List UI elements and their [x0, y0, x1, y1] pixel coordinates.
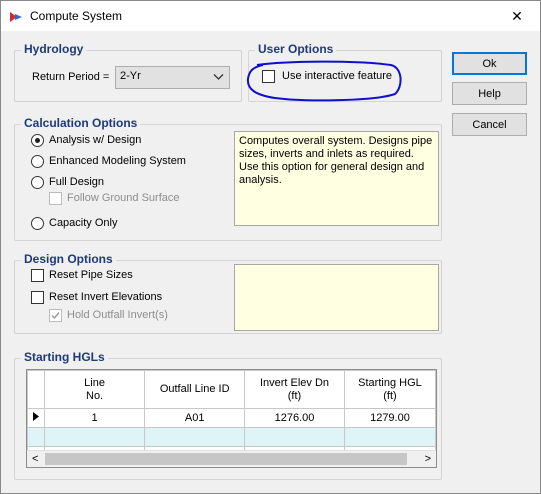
row-indicator — [27, 408, 45, 428]
column-header-outfall-id[interactable]: Outfall Line ID — [144, 370, 246, 409]
close-icon: ✕ — [511, 7, 523, 24]
scroll-left-icon[interactable]: < — [32, 453, 38, 465]
return-period-label: Return Period = — [32, 71, 110, 83]
return-period-select[interactable]: 2-Yr — [115, 66, 230, 89]
cell-starting-hgl[interactable]: 1279.00 — [343, 408, 436, 428]
reset-invert-label: Reset Invert Elevations — [49, 291, 163, 303]
close-button[interactable]: ✕ — [494, 1, 540, 31]
title-bar: Compute System ✕ — [1, 1, 540, 31]
scroll-right-icon[interactable]: > — [425, 453, 431, 465]
ok-button[interactable]: Ok — [452, 52, 527, 75]
column-header-invert-elev[interactable]: Invert Elev Dn (ft) — [244, 370, 345, 409]
reset-invert-checkbox[interactable] — [31, 291, 44, 304]
cell-line-no[interactable]: 1 — [43, 408, 146, 428]
calculation-description: Computes overall system. Designs pipe si… — [234, 131, 439, 226]
column-header-starting-hgl[interactable]: Starting HGL (ft) — [343, 370, 436, 409]
column-header-line-no[interactable]: Line No. — [43, 370, 146, 409]
full-design-label: Full Design — [49, 176, 105, 188]
hydrology-title: Hydrology — [21, 42, 87, 56]
design-description — [234, 264, 439, 331]
help-button[interactable]: Help — [452, 82, 527, 105]
checkmark-icon — [51, 312, 60, 320]
hold-outfall-label: Hold Outfall Invert(s) — [67, 309, 168, 321]
compute-system-window: Compute System ✕ Hydrology Return Period… — [0, 0, 541, 494]
calculation-options-title: Calculation Options — [21, 116, 141, 130]
interactive-feature-label: Use interactive feature — [282, 70, 393, 82]
scroll-thumb[interactable] — [45, 453, 407, 465]
calculation-options-group: Calculation Options Analysis w/ Design E… — [14, 116, 442, 241]
cancel-button[interactable]: Cancel — [452, 113, 527, 136]
hold-outfall-checkbox — [49, 309, 62, 322]
row-pointer-icon — [32, 412, 39, 421]
horizontal-scrollbar[interactable]: < > — [27, 450, 436, 467]
analysis-design-radio[interactable] — [31, 134, 44, 147]
user-options-title: User Options — [255, 42, 337, 56]
app-icon — [10, 12, 22, 22]
enhanced-modeling-label: Enhanced Modeling System — [49, 155, 186, 167]
return-period-value: 2-Yr — [120, 70, 141, 82]
capacity-only-label: Capacity Only — [49, 217, 118, 229]
hydrology-group: Hydrology Return Period = 2-Yr — [14, 42, 242, 102]
design-options-group: Design Options Reset Pipe Sizes Reset In… — [14, 252, 442, 334]
full-design-radio[interactable] — [31, 176, 44, 189]
cell-invert-elev[interactable]: 1276.00 — [244, 408, 345, 428]
design-options-title: Design Options — [21, 252, 116, 266]
table-row-new[interactable] — [27, 427, 436, 447]
cell-outfall-id[interactable]: A01 — [144, 408, 246, 428]
starting-hgls-grid[interactable]: Line No. Outfall Line ID Invert Elev Dn … — [26, 369, 437, 468]
enhanced-modeling-radio[interactable] — [31, 155, 44, 168]
capacity-only-radio[interactable] — [31, 217, 44, 230]
user-options-group: User Options Use interactive feature — [248, 42, 442, 102]
row-header-corner — [27, 370, 45, 409]
follow-ground-label: Follow Ground Surface — [67, 192, 180, 204]
interactive-feature-checkbox[interactable] — [262, 70, 275, 83]
table-header-row: Line No. Outfall Line ID Invert Elev Dn … — [27, 370, 436, 409]
window-title: Compute System — [30, 9, 123, 23]
reset-pipe-sizes-label: Reset Pipe Sizes — [49, 269, 133, 281]
reset-pipe-sizes-checkbox[interactable] — [31, 269, 44, 282]
starting-hgls-title: Starting HGLs — [21, 350, 108, 364]
analysis-design-label: Analysis w/ Design — [49, 134, 142, 146]
follow-ground-checkbox — [49, 192, 62, 205]
table-row[interactable]: 1 A01 1276.00 1279.00 — [27, 408, 436, 428]
chevron-down-icon — [213, 74, 224, 80]
